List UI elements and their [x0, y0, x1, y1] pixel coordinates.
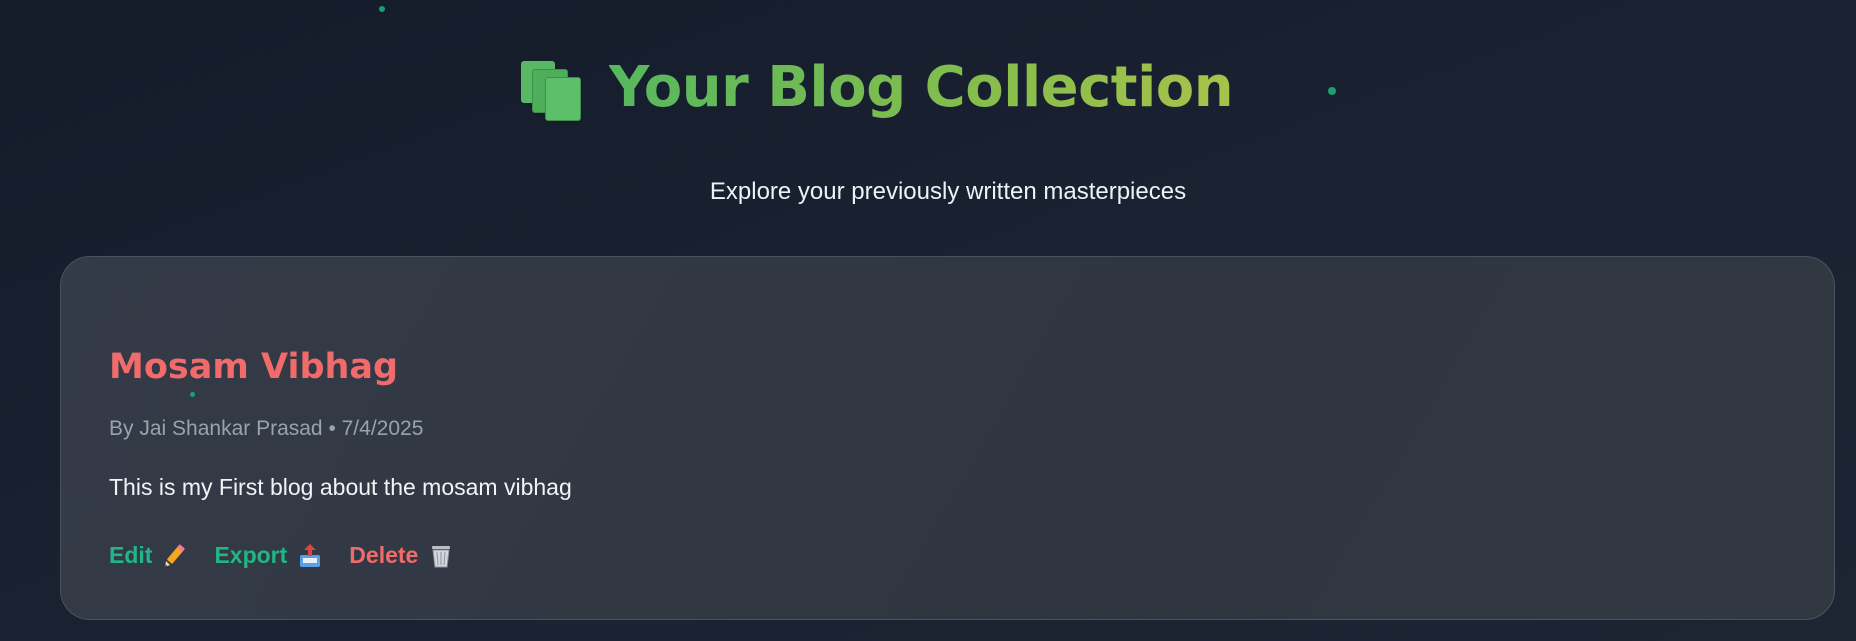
particle-dot — [190, 392, 195, 397]
title-row: Your Blog Collection — [519, 52, 1234, 124]
blog-title[interactable]: Mosam Vibhag — [109, 347, 398, 387]
edit-button-label: Edit — [109, 542, 153, 568]
export-button[interactable]: Export — [214, 542, 323, 569]
page-header: Your Blog Collection — [0, 52, 1856, 124]
blog-excerpt: This is my First blog about the mosam vi… — [109, 474, 572, 500]
page-title: Your Blog Collection — [609, 52, 1234, 124]
blog-meta: By Jai Shankar Prasad • 7/4/2025 — [109, 417, 424, 440]
pencil-icon — [165, 544, 186, 567]
delete-button-label: Delete — [349, 542, 419, 568]
blog-card: Mosam Vibhag By Jai Shankar Prasad • 7/4… — [60, 256, 1835, 620]
wastebasket-icon — [432, 545, 451, 567]
page-subtitle: Explore your previously written masterpi… — [709, 178, 1187, 205]
edit-button[interactable]: Edit — [109, 542, 188, 569]
card-index-dividers-icon — [519, 59, 581, 121]
blog-actions: Edit Export Delete — [109, 542, 454, 569]
particle-dot — [379, 6, 385, 12]
outbox-tray-icon — [300, 543, 321, 567]
delete-button[interactable]: Delete — [349, 542, 454, 569]
export-button-label: Export — [214, 542, 288, 568]
